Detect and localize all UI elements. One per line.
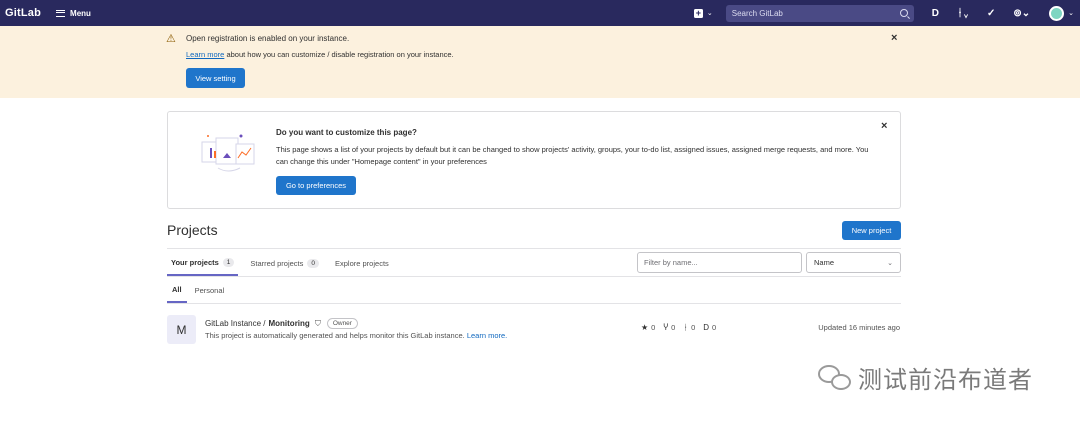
- divider: [167, 303, 901, 304]
- page-title: Projects: [167, 222, 218, 238]
- role-badge: Owner: [326, 318, 358, 329]
- menu-button[interactable]: Menu: [56, 9, 91, 18]
- wechat-watermark: 测试前沿布道者: [816, 360, 1033, 395]
- shield-icon: ⛉: [314, 318, 321, 328]
- project-avatar[interactable]: M: [167, 315, 196, 344]
- new-project-button[interactable]: New project: [842, 221, 901, 240]
- gitlab-logo[interactable]: GitLab: [5, 7, 41, 19]
- warning-icon: ⚠: [166, 33, 176, 45]
- issues-count: 0: [712, 323, 717, 332]
- filter-by-name-input[interactable]: [637, 252, 802, 273]
- tab-explore-projects[interactable]: Explore projects: [331, 250, 393, 276]
- todos-icon[interactable]: ✓: [987, 8, 995, 19]
- project-description-text: This project is automatically generated …: [205, 331, 465, 340]
- nav-right-group: + ⌄ D ᛂ⌄ ✓ ⊚⌄ ⌄: [693, 0, 1080, 26]
- forks-count: 0: [671, 323, 676, 332]
- filter-subtabs: All Personal: [167, 278, 232, 303]
- watermark-text: 测试前沿布道者: [858, 366, 1033, 394]
- merge-requests-icon[interactable]: ᛂ⌄: [957, 8, 969, 19]
- sort-dropdown[interactable]: Name ⌄: [806, 252, 901, 273]
- alert-body: Learn more about how you can customize /…: [186, 50, 454, 59]
- fork-icon: Ⴤ: [663, 323, 669, 332]
- learn-more-link[interactable]: Learn more: [186, 50, 224, 59]
- project-description: This project is automatically generated …: [205, 331, 507, 340]
- updated-time: Updated 16 minutes ago: [818, 323, 900, 332]
- tab-label: Explore projects: [335, 258, 389, 268]
- customize-homepage-card: Do you want to customize this page? This…: [167, 111, 901, 209]
- go-to-preferences-button[interactable]: Go to preferences: [276, 176, 356, 195]
- wechat-icon: [816, 363, 854, 393]
- customize-title: Do you want to customize this page?: [276, 128, 417, 137]
- tab-count: 1: [222, 257, 235, 267]
- search-input[interactable]: [731, 8, 882, 18]
- user-avatar[interactable]: [1049, 5, 1065, 21]
- project-tabs: Your projects 1 Starred projects 0 Explo…: [167, 250, 637, 276]
- plus-icon: +: [693, 7, 703, 18]
- chevron-down-icon[interactable]: ⌄: [1068, 9, 1074, 17]
- hamburger-icon: [56, 9, 66, 17]
- project-name: Monitoring: [268, 319, 310, 328]
- help-icon[interactable]: ⊚⌄: [1013, 8, 1030, 19]
- customize-illustration: [201, 134, 255, 172]
- stars-stat[interactable]: ★ 0: [641, 323, 655, 332]
- tab-starred-projects[interactable]: Starred projects 0: [246, 250, 323, 276]
- registration-alert: ⚠ Open registration is enabled on your i…: [0, 26, 1080, 98]
- project-namespace: GitLab Instance /: [205, 319, 266, 328]
- forks-stat[interactable]: Ⴤ0: [663, 323, 675, 332]
- project-name-link[interactable]: GitLab Instance / Monitoring ⛉ Owner: [205, 318, 358, 329]
- learn-more-link[interactable]: Learn more.: [467, 331, 507, 340]
- chevron-down-icon: ⌄: [706, 10, 713, 17]
- tab-label: Starred projects: [250, 258, 304, 268]
- star-icon: ★: [641, 323, 649, 332]
- alert-body-text: about how you can customize / disable re…: [224, 50, 454, 59]
- alert-title: Open registration is enabled on your ins…: [186, 34, 350, 43]
- merge-requests-stat[interactable]: ᛂ0: [683, 323, 695, 332]
- merge-requests-count: 0: [691, 323, 696, 332]
- subtab-personal[interactable]: Personal: [190, 278, 230, 303]
- stars-count: 0: [651, 323, 656, 332]
- issues-icon[interactable]: D: [932, 8, 939, 19]
- search-box[interactable]: [725, 4, 914, 22]
- menu-label: Menu: [70, 8, 91, 18]
- customize-text: This page shows a list of your projects …: [276, 145, 869, 166]
- sort-value: Name: [814, 258, 835, 267]
- merge-request-icon: ᛂ: [683, 323, 689, 332]
- tab-count: 0: [307, 258, 319, 268]
- view-setting-button[interactable]: View setting: [186, 68, 245, 88]
- divider: [167, 276, 901, 277]
- create-new-button[interactable]: + ⌄: [693, 7, 713, 18]
- chevron-down-icon: ⌄: [887, 259, 893, 267]
- tab-your-projects[interactable]: Your projects 1: [167, 250, 239, 276]
- close-card-icon[interactable]: ×: [881, 120, 887, 132]
- issues-icon: D: [703, 323, 710, 332]
- tab-label: Your projects: [171, 257, 219, 267]
- close-alert-icon[interactable]: ×: [891, 32, 897, 44]
- issues-stat[interactable]: D0: [703, 323, 716, 332]
- project-stats: ★ 0 Ⴤ0 ᛂ0 D0: [641, 323, 724, 332]
- divider: [167, 248, 901, 249]
- subtab-all[interactable]: All: [167, 278, 187, 303]
- search-icon: [899, 9, 908, 17]
- top-navbar: GitLab Menu + ⌄ D ᛂ⌄ ✓ ⊚⌄ ⌄: [0, 0, 1080, 26]
